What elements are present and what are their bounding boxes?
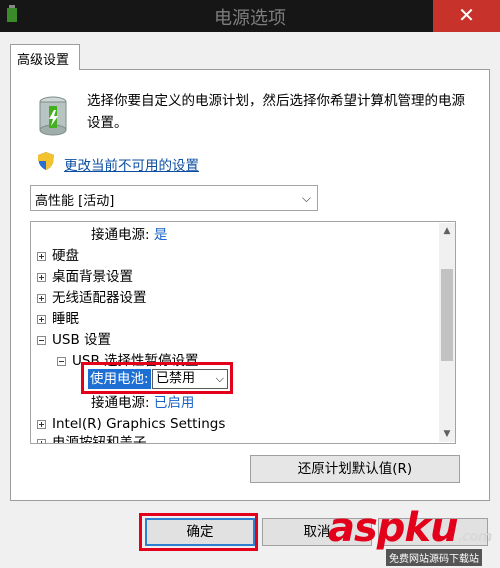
scroll-thumb[interactable] (441, 269, 453, 361)
tree-item-plugged-in[interactable]: 接通电源: 是 (91, 225, 167, 245)
expand-icon[interactable] (37, 251, 46, 261)
settings-tree[interactable]: 接通电源: 是 硬盘 桌面背景设置 无线适配器设置 睡眠 USB 设置 USB … (30, 221, 456, 444)
title-bar: 电源选项 ✕ (0, 0, 500, 32)
tree-item-intel-graphics[interactable]: Intel(R) Graphics Settings (37, 414, 225, 434)
restore-defaults-button[interactable]: 还原计划默认值(R) (250, 455, 460, 483)
collapse-icon[interactable] (57, 356, 66, 366)
power-plan-value: 高性能 [活动] (35, 194, 115, 209)
tab-advanced-settings[interactable]: 高级设置 (10, 44, 80, 70)
close-button[interactable]: ✕ (433, 0, 500, 32)
tree-item-usb-settings[interactable]: USB 设置 (37, 330, 111, 350)
expand-icon[interactable] (37, 419, 46, 429)
plugged-in-value: 是 (153, 227, 168, 243)
tree-item-hard-disk[interactable]: 硬盘 (37, 246, 79, 266)
tree-item-sleep[interactable]: 睡眠 (37, 309, 79, 329)
expand-icon[interactable] (37, 314, 46, 324)
scroll-down-icon[interactable]: ▼ (439, 426, 455, 442)
tab-label: 高级设置 (17, 53, 70, 68)
power-plan-select[interactable]: 高性能 [活动] ⌵ (30, 185, 318, 211)
tree-item-wireless-adapter[interactable]: 无线适配器设置 (37, 288, 147, 308)
expand-icon[interactable] (37, 272, 46, 282)
watermark-logo: aspku.com 免费网站源码下载站 (328, 505, 500, 568)
change-unavailable-settings-link[interactable]: 更改当前不可用的设置 (64, 154, 199, 174)
ok-button-highlight-box (139, 513, 258, 551)
tree-item-power-buttons[interactable]: 电源按钮和盖子 (37, 433, 147, 443)
usb-plugged-in-value: 已启用 (153, 395, 195, 411)
chevron-down-icon: ⌵ (301, 191, 311, 205)
expand-icon[interactable] (37, 438, 46, 443)
power-plan-icon (39, 96, 67, 136)
scroll-up-icon[interactable]: ▲ (439, 223, 455, 239)
close-icon: ✕ (458, 3, 475, 27)
tree-item-usb-plugged-in[interactable]: 接通电源: 已启用 (91, 393, 194, 413)
shield-icon (38, 152, 54, 170)
window-title: 电源选项 (214, 8, 286, 29)
description-text: 选择你要自定义的电源计划，然后选择你希望计算机管理的电源设置。 (87, 93, 465, 131)
tree-scrollbar[interactable]: ▲ ▼ (439, 223, 455, 442)
tree-item-desktop-background[interactable]: 桌面背景设置 (37, 267, 133, 287)
expand-icon[interactable] (37, 293, 46, 303)
watermark-subtitle: 免费网站源码下载站 (386, 549, 482, 566)
battery-setting-highlight-box (81, 362, 233, 394)
collapse-icon[interactable] (37, 335, 46, 345)
